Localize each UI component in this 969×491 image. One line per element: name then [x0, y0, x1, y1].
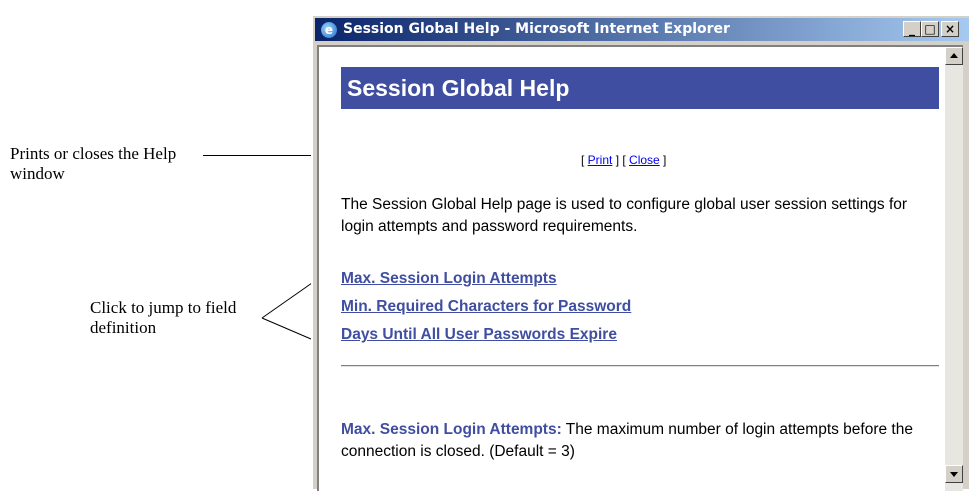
- intro-text: The Session Global Help page is used to …: [341, 196, 908, 235]
- callout-print-close: Prints or closes the Help window: [10, 144, 177, 183]
- print-link[interactable]: Print: [588, 153, 613, 167]
- link-days-until-passwords-expire[interactable]: Days Until All User Passwords Expire: [341, 321, 631, 349]
- ie-icon: e: [321, 22, 337, 38]
- window-title: Session Global Help - Microsoft Internet…: [343, 21, 730, 37]
- ie-window: e Session Global Help - Microsoft Intern…: [311, 14, 969, 491]
- divider: [341, 365, 939, 367]
- page-title: Session Global Help: [341, 67, 939, 109]
- title-bar[interactable]: e Session Global Help - Microsoft Intern…: [315, 18, 969, 41]
- arrow-up-icon: [950, 53, 958, 58]
- field-definition: Max. Session Login Attempts: The maximum…: [341, 419, 939, 463]
- callout-field-jump: Click to jump to field definition: [90, 298, 237, 337]
- vertical-scrollbar[interactable]: [945, 47, 963, 491]
- link-min-required-characters[interactable]: Min. Required Characters for Password: [341, 293, 631, 321]
- print-close-toolbar: [ Print ] [ Close ]: [581, 153, 666, 167]
- browser-content: Session Global Help [ Print ] [ Close ] …: [317, 45, 963, 491]
- close-link[interactable]: Close: [629, 153, 660, 167]
- definition-term: Max. Session Login Attempts:: [341, 421, 562, 438]
- bracket-mid: ] [: [612, 153, 630, 167]
- close-window-button[interactable]: ×: [941, 21, 959, 37]
- maximize-button[interactable]: □: [921, 21, 939, 37]
- bracket-open: [: [581, 153, 588, 167]
- arrow-down-icon: [950, 472, 958, 477]
- scroll-down-button[interactable]: [945, 465, 963, 483]
- field-link-list: Max. Session Login Attempts Min. Require…: [341, 265, 631, 349]
- bracket-end: ]: [659, 153, 667, 167]
- minimize-button[interactable]: _: [903, 21, 921, 37]
- scroll-up-button[interactable]: [945, 47, 963, 65]
- link-max-session-login-attempts[interactable]: Max. Session Login Attempts: [341, 265, 631, 293]
